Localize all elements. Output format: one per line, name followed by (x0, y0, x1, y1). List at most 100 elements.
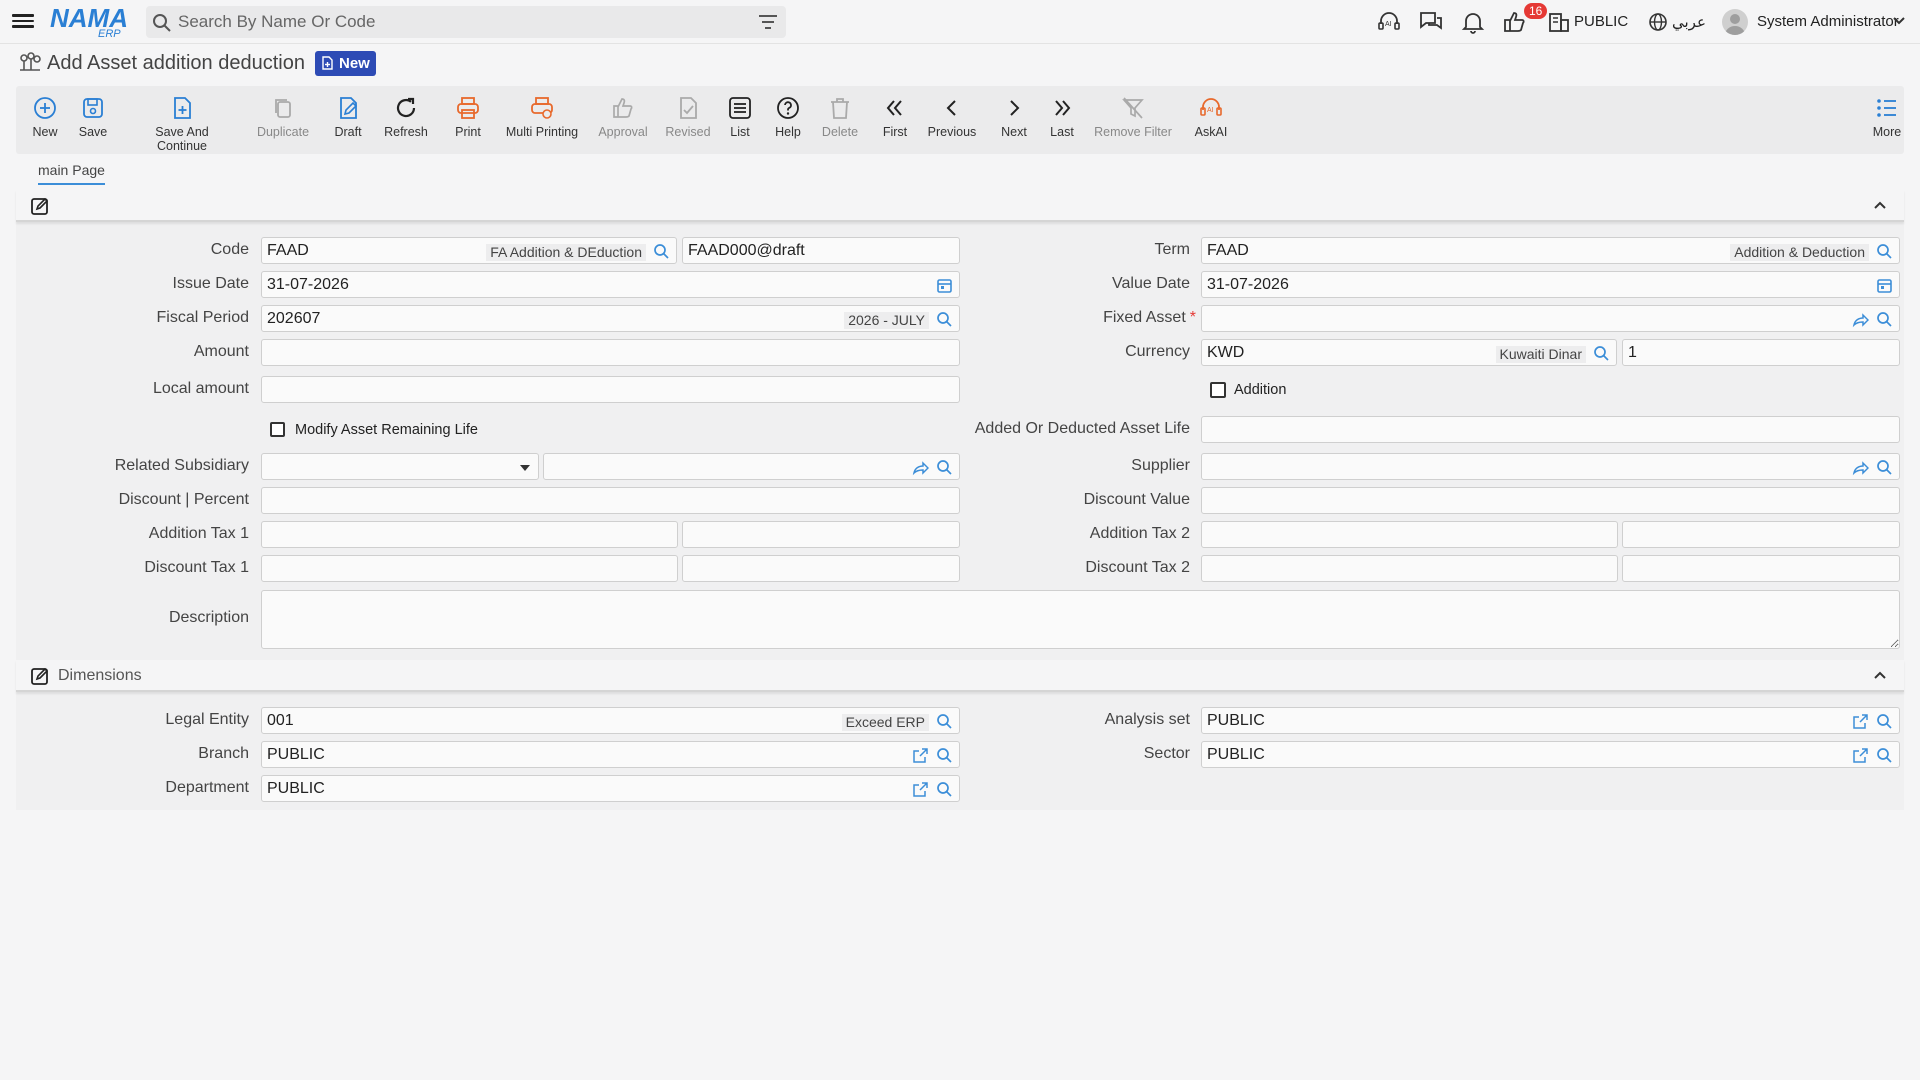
share-arrow-icon[interactable] (1852, 459, 1869, 476)
duplicate-button[interactable]: Duplicate (256, 95, 310, 149)
new-doc-icon (322, 56, 333, 70)
fiscal-period-field[interactable]: 202607 2026 - JULY (261, 305, 960, 332)
value-date-field[interactable]: 31-07-2026 (1201, 271, 1900, 298)
save-button[interactable]: Save (76, 95, 110, 149)
lookup-icon[interactable] (936, 747, 953, 764)
legal-entity-value: 001 (267, 712, 294, 729)
lookup-icon[interactable] (1876, 243, 1893, 260)
discount-tax1-value-field[interactable] (682, 555, 960, 582)
discount-percent-field[interactable] (261, 487, 960, 514)
multi-printing-button[interactable]: Multi Printing (502, 95, 582, 149)
discount-tax1-field[interactable] (261, 555, 678, 582)
next-button[interactable]: Next (998, 95, 1030, 149)
list-button[interactable]: List (724, 95, 756, 149)
remove-filter-button[interactable]: Remove Filter (1092, 95, 1174, 149)
delete-button[interactable]: Delete (820, 95, 860, 149)
discount-tax2-value-field[interactable] (1622, 555, 1900, 582)
branch-field[interactable]: PUBLIC (261, 741, 960, 768)
askai-button[interactable]: AI AskAI (1190, 95, 1232, 149)
tab-main-page[interactable]: main Page (38, 162, 105, 185)
addition-tax1-field[interactable] (261, 521, 678, 548)
lookup-icon[interactable] (1876, 459, 1893, 476)
lookup-icon[interactable] (936, 713, 953, 730)
department-field[interactable]: PUBLIC (261, 775, 960, 802)
calendar-icon[interactable] (936, 277, 953, 294)
user-avatar[interactable] (1722, 9, 1748, 35)
lookup-icon[interactable] (936, 311, 953, 328)
globe-icon[interactable] (1645, 10, 1671, 34)
revised-button[interactable]: Revised (662, 95, 714, 149)
discount-value-field[interactable] (1201, 487, 1900, 514)
language-switch[interactable]: عربي (1672, 13, 1706, 31)
main-section-header[interactable] (16, 190, 1904, 222)
external-link-icon[interactable] (1852, 747, 1869, 764)
plus-circle-icon (34, 97, 56, 119)
bell-icon[interactable] (1460, 10, 1486, 34)
menu-icon[interactable] (12, 11, 34, 33)
last-button[interactable]: Last (1046, 95, 1078, 149)
amount-label: Amount (193, 343, 249, 360)
description-textarea[interactable] (261, 590, 1900, 649)
chevron-down-icon[interactable] (1892, 14, 1906, 28)
save-continue-button[interactable]: Save And Continue (130, 95, 234, 153)
related-subsidiary-select[interactable] (261, 453, 539, 480)
print-button[interactable]: Print (448, 95, 488, 149)
issue-date-field[interactable]: 31-07-2026 (261, 271, 960, 298)
lookup-icon[interactable] (1876, 747, 1893, 764)
collapse-icon[interactable] (1872, 668, 1888, 682)
save-icon (83, 98, 103, 118)
user-name[interactable]: System Administrator (1757, 13, 1899, 30)
refresh-button[interactable]: Refresh (380, 95, 432, 149)
added-life-field[interactable] (1201, 416, 1900, 443)
external-link-icon[interactable] (1852, 713, 1869, 730)
file-plus-icon (174, 97, 191, 119)
draft-button[interactable]: Draft (330, 95, 366, 149)
previous-button[interactable]: Previous (926, 95, 978, 149)
addition-checkbox[interactable] (1210, 382, 1226, 398)
first-button[interactable]: First (878, 95, 912, 149)
supplier-field[interactable] (1201, 453, 1900, 480)
code-field[interactable]: FAAD FA Addition & DEduction (261, 237, 677, 264)
term-field[interactable]: FAAD Addition & Deduction (1201, 237, 1900, 264)
search-input[interactable] (178, 6, 738, 38)
addition-tax2-value-field[interactable] (1622, 521, 1900, 548)
lookup-icon[interactable] (1876, 311, 1893, 328)
lookup-icon[interactable] (936, 781, 953, 798)
external-link-icon[interactable] (912, 747, 929, 764)
approval-button[interactable]: Approval (594, 95, 652, 149)
legal-entity-label[interactable]: PUBLIC (1574, 13, 1628, 30)
calendar-icon[interactable] (1876, 277, 1893, 294)
addition-tax2-field[interactable] (1201, 521, 1618, 548)
amount-field[interactable] (261, 339, 960, 366)
local-amount-field[interactable] (261, 376, 960, 403)
legal-entity-field[interactable]: 001 Exceed ERP (261, 707, 960, 734)
dimensions-section-header[interactable]: Dimensions (16, 660, 1904, 692)
lookup-icon[interactable] (936, 459, 953, 476)
discount-tax2-field[interactable] (1201, 555, 1618, 582)
external-link-icon[interactable] (912, 781, 929, 798)
new-button[interactable]: New (28, 95, 62, 149)
code-number-field[interactable]: FAAD000@draft (682, 237, 960, 264)
currency-field[interactable]: KWD Kuwaiti Dinar (1201, 339, 1617, 366)
currency-rate-field[interactable]: 1 (1622, 339, 1900, 366)
chat-icon[interactable] (1418, 10, 1444, 34)
fixed-asset-field[interactable] (1201, 305, 1900, 332)
lookup-icon[interactable] (1593, 345, 1610, 362)
save-continue-label: Save And Continue (155, 125, 209, 153)
share-arrow-icon[interactable] (1852, 311, 1869, 328)
related-subsidiary-field[interactable] (543, 453, 960, 480)
company-icon[interactable] (1546, 10, 1572, 34)
lookup-icon[interactable] (653, 243, 670, 260)
share-arrow-icon[interactable] (912, 459, 929, 476)
nama-logo[interactable]: NAMA ERP (50, 3, 134, 40)
lookup-icon[interactable] (1876, 713, 1893, 730)
sector-field[interactable]: PUBLIC (1201, 741, 1900, 768)
help-button[interactable]: Help (772, 95, 804, 149)
modify-life-checkbox[interactable] (270, 422, 285, 437)
more-button[interactable]: More (1870, 95, 1904, 149)
filter-icon[interactable] (758, 14, 778, 30)
addition-tax1-value-field[interactable] (682, 521, 960, 548)
ai-support-icon[interactable]: AI (1376, 10, 1402, 34)
collapse-icon[interactable] (1872, 198, 1888, 212)
analysis-set-field[interactable]: PUBLIC (1201, 707, 1900, 734)
